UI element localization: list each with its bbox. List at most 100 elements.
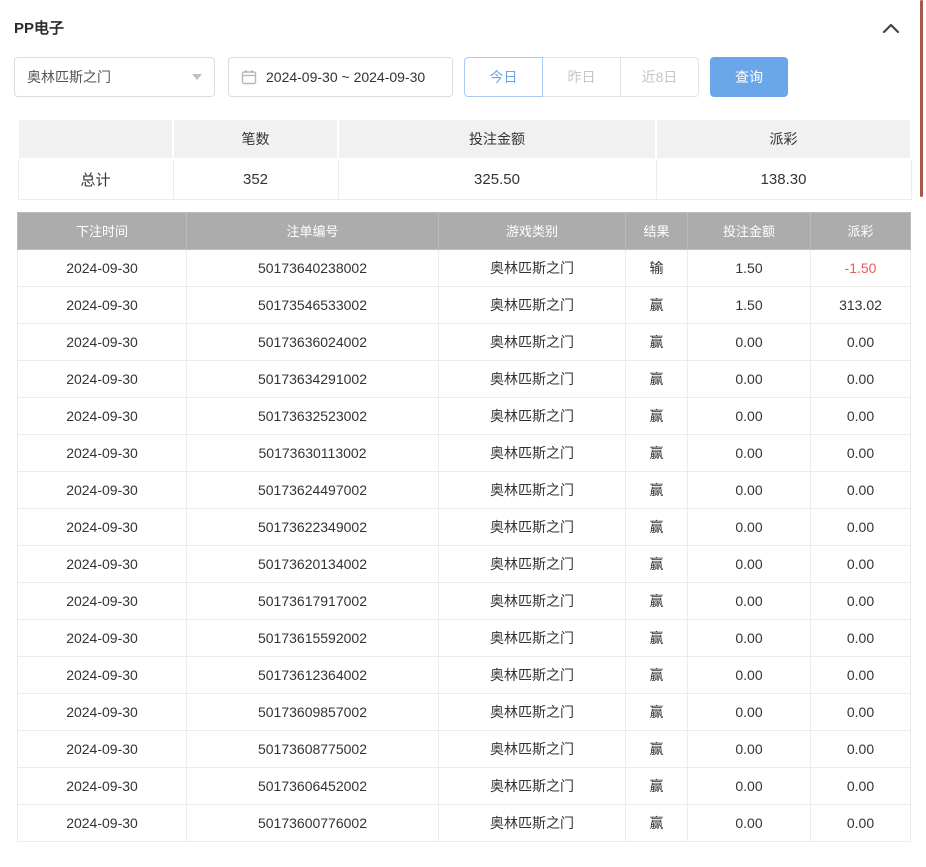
- cell-bet-amount: 0.00: [688, 619, 811, 656]
- header-bet-time: 下注时间: [18, 212, 187, 249]
- summary-total-label: 总计: [18, 159, 173, 199]
- summary-total-bet-amount: 325.50: [338, 159, 656, 199]
- table-row[interactable]: 2024-09-30 50173615592002 奥林匹斯之门 赢 0.00 …: [18, 619, 911, 656]
- range-button-today[interactable]: 今日: [464, 57, 543, 97]
- cell-bet-id: 50173617917002: [187, 582, 439, 619]
- date-range-picker[interactable]: 2024-09-30 ~ 2024-09-30: [228, 57, 453, 97]
- cell-payout: 0.00: [811, 693, 911, 730]
- cell-payout: 0.00: [811, 397, 911, 434]
- summary-table: 笔数 投注金额 派彩 总计 352 325.50 138.30: [17, 118, 912, 200]
- cell-bet-id: 50173612364002: [187, 656, 439, 693]
- cell-bet-amount: 0.00: [688, 730, 811, 767]
- scrollbar-thumb[interactable]: [920, 0, 923, 197]
- cell-bet-id: 50173634291002: [187, 360, 439, 397]
- table-row[interactable]: 2024-09-30 50173608775002 奥林匹斯之门 赢 0.00 …: [18, 730, 911, 767]
- cell-result: 赢: [626, 508, 688, 545]
- cell-bet-id: 50173609857002: [187, 693, 439, 730]
- table-row[interactable]: 2024-09-30 50173617917002 奥林匹斯之门 赢 0.00 …: [18, 582, 911, 619]
- cell-game-category: 奥林匹斯之门: [439, 545, 626, 582]
- header-game-category: 游戏类别: [439, 212, 626, 249]
- cell-bet-time: 2024-09-30: [18, 508, 187, 545]
- table-row[interactable]: 2024-09-30 50173634291002 奥林匹斯之门 赢 0.00 …: [18, 360, 911, 397]
- cell-game-category: 奥林匹斯之门: [439, 249, 626, 286]
- cell-bet-time: 2024-09-30: [18, 397, 187, 434]
- cell-payout: 0.00: [811, 323, 911, 360]
- cell-bet-time: 2024-09-30: [18, 804, 187, 841]
- summary-header-count: 笔数: [173, 119, 338, 159]
- cell-result: 赢: [626, 434, 688, 471]
- table-row[interactable]: 2024-09-30 50173632523002 奥林匹斯之门 赢 0.00 …: [18, 397, 911, 434]
- header-payout: 派彩: [811, 212, 911, 249]
- cell-result: 输: [626, 249, 688, 286]
- cell-game-category: 奥林匹斯之门: [439, 434, 626, 471]
- cell-bet-time: 2024-09-30: [18, 582, 187, 619]
- date-range-value: 2024-09-30 ~ 2024-09-30: [266, 69, 425, 85]
- cell-result: 赢: [626, 804, 688, 841]
- cell-payout: 0.00: [811, 619, 911, 656]
- cell-bet-id: 50173546533002: [187, 286, 439, 323]
- cell-bet-amount: 0.00: [688, 582, 811, 619]
- cell-game-category: 奥林匹斯之门: [439, 582, 626, 619]
- cell-bet-time: 2024-09-30: [18, 249, 187, 286]
- cell-bet-amount: 1.50: [688, 286, 811, 323]
- cell-payout: 0.00: [811, 471, 911, 508]
- cell-bet-time: 2024-09-30: [18, 360, 187, 397]
- query-button[interactable]: 查询: [710, 57, 788, 97]
- summary-total-payout: 138.30: [656, 159, 911, 199]
- table-row[interactable]: 2024-09-30 50173620134002 奥林匹斯之门 赢 0.00 …: [18, 545, 911, 582]
- cell-bet-amount: 0.00: [688, 360, 811, 397]
- cell-bet-amount: 0.00: [688, 508, 811, 545]
- cell-game-category: 奥林匹斯之门: [439, 323, 626, 360]
- cell-bet-id: 50173620134002: [187, 545, 439, 582]
- cell-result: 赢: [626, 730, 688, 767]
- cell-game-category: 奥林匹斯之门: [439, 397, 626, 434]
- range-button-last8days[interactable]: 近8日: [620, 57, 699, 97]
- chevron-down-icon: [192, 74, 202, 80]
- cell-bet-id: 50173606452002: [187, 767, 439, 804]
- summary-total-count: 352: [173, 159, 338, 199]
- cell-game-category: 奥林匹斯之门: [439, 471, 626, 508]
- panel-header: PP电子: [0, 0, 926, 38]
- cell-game-category: 奥林匹斯之门: [439, 693, 626, 730]
- cell-result: 赢: [626, 767, 688, 804]
- cell-bet-time: 2024-09-30: [18, 619, 187, 656]
- cell-result: 赢: [626, 582, 688, 619]
- cell-result: 赢: [626, 397, 688, 434]
- cell-result: 赢: [626, 656, 688, 693]
- table-row[interactable]: 2024-09-30 50173609857002 奥林匹斯之门 赢 0.00 …: [18, 693, 911, 730]
- cell-game-category: 奥林匹斯之门: [439, 804, 626, 841]
- cell-bet-amount: 0.00: [688, 397, 811, 434]
- table-row[interactable]: 2024-09-30 50173600776002 奥林匹斯之门 赢 0.00 …: [18, 804, 911, 841]
- cell-game-category: 奥林匹斯之门: [439, 508, 626, 545]
- table-row[interactable]: 2024-09-30 50173622349002 奥林匹斯之门 赢 0.00 …: [18, 508, 911, 545]
- table-row[interactable]: 2024-09-30 50173606452002 奥林匹斯之门 赢 0.00 …: [18, 767, 911, 804]
- calendar-icon: [241, 69, 257, 85]
- bet-table: 下注时间 注单编号 游戏类别 结果 投注金额 派彩 2024-09-30 501…: [17, 212, 911, 842]
- cell-bet-amount: 0.00: [688, 545, 811, 582]
- cell-bet-time: 2024-09-30: [18, 730, 187, 767]
- cell-result: 赢: [626, 619, 688, 656]
- page-title: PP电子: [14, 17, 64, 38]
- summary-total-row: 总计 352 325.50 138.30: [18, 159, 911, 199]
- cell-game-category: 奥林匹斯之门: [439, 767, 626, 804]
- cell-bet-id: 50173608775002: [187, 730, 439, 767]
- cell-bet-amount: 0.00: [688, 693, 811, 730]
- cell-game-category: 奥林匹斯之门: [439, 730, 626, 767]
- cell-bet-amount: 0.00: [688, 323, 811, 360]
- table-row[interactable]: 2024-09-30 50173640238002 奥林匹斯之门 输 1.50 …: [18, 249, 911, 286]
- cell-bet-id: 50173636024002: [187, 323, 439, 360]
- cell-bet-amount: 0.00: [688, 767, 811, 804]
- game-select[interactable]: 奥林匹斯之门: [14, 57, 215, 97]
- table-row[interactable]: 2024-09-30 50173630113002 奥林匹斯之门 赢 0.00 …: [18, 434, 911, 471]
- range-button-yesterday[interactable]: 昨日: [542, 57, 621, 97]
- table-row[interactable]: 2024-09-30 50173612364002 奥林匹斯之门 赢 0.00 …: [18, 656, 911, 693]
- quick-range-group: 今日 昨日 近8日: [464, 57, 699, 97]
- collapse-chevron-up-icon[interactable]: [882, 22, 900, 34]
- table-row[interactable]: 2024-09-30 50173546533002 奥林匹斯之门 赢 1.50 …: [18, 286, 911, 323]
- summary-header-payout: 派彩: [656, 119, 911, 159]
- cell-bet-amount: 0.00: [688, 804, 811, 841]
- table-row[interactable]: 2024-09-30 50173636024002 奥林匹斯之门 赢 0.00 …: [18, 323, 911, 360]
- table-row[interactable]: 2024-09-30 50173624497002 奥林匹斯之门 赢 0.00 …: [18, 471, 911, 508]
- cell-payout: 0.00: [811, 656, 911, 693]
- cell-result: 赢: [626, 693, 688, 730]
